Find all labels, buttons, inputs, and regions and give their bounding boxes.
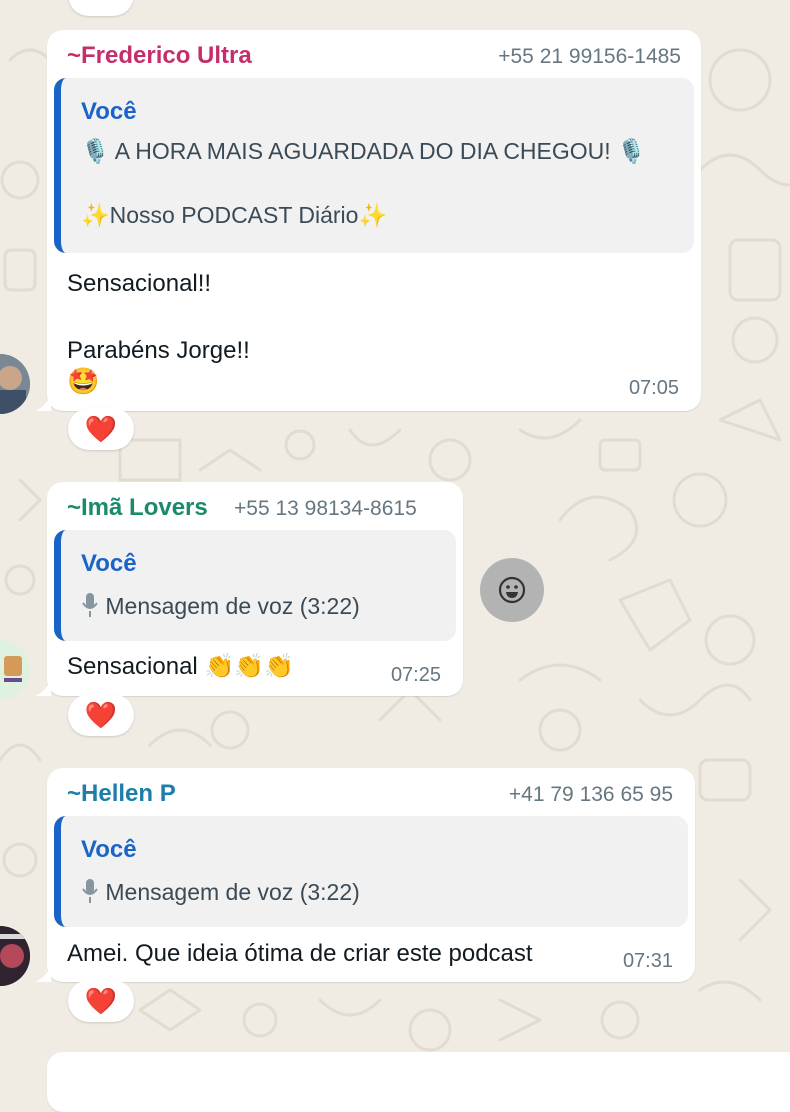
quoted-text-line: Mensagem de voz (3:22) [81,878,360,906]
bubble-tail [35,966,51,982]
sparkles-emoji-icon: ✨ [358,202,388,228]
message-text-line: Sensacional 👏👏👏 [67,652,294,681]
sender-name[interactable]: ~Hellen P [67,780,176,808]
quoted-text: A HORA MAIS AGUARDADA DO DIA CHEGOU! [114,138,611,164]
reaction-badge[interactable]: ❤️ [68,694,134,736]
quoted-author: Você [81,836,137,863]
sender-phone: +55 13 98134-8615 [234,497,417,520]
microphone-icon [82,879,98,903]
react-emoji-button[interactable] [480,558,544,622]
star-struck-emoji-icon: 🤩 [67,366,100,396]
quoted-text-line: Mensagem de voz (3:22) [81,592,360,620]
quoted-message[interactable]: Você 🎙️ A HORA MAIS AGUARDADA DO DIA CHE… [54,78,694,253]
microphone-emoji-icon: 🎙️ [617,138,646,164]
bubble-tail [35,395,51,411]
sender-phone: +41 79 136 65 95 [508,783,673,806]
quoted-author: Você [81,550,137,577]
message-bubble[interactable]: ~Frederico Ultra +55 21 99156-1485 Você … [35,30,701,411]
reaction-badge[interactable]: ❤️ [68,980,134,1022]
heart-icon: ❤️ [84,985,118,1016]
quoted-author: Você [81,98,137,125]
quoted-text: Mensagem de voz (3:22) [105,593,360,619]
sparkles-emoji-icon: ✨ [81,202,110,228]
microphone-emoji-icon: 🎙️ [81,138,110,164]
sender-name[interactable]: ~Imã Lovers [67,494,208,522]
message-time: 07:25 [390,664,441,686]
sender-phone: +55 21 99156-1485 [498,45,681,68]
message-text: Parabéns Jorge!! [67,337,250,364]
smiley-icon [498,576,526,604]
quoted-text-line-2: ✨Nosso PODCAST Diário✨ [81,202,387,229]
heart-icon: ❤️ [84,699,118,730]
quoted-text-line-1: 🎙️ A HORA MAIS AGUARDADA DO DIA CHEGOU! … [81,138,646,165]
message-text: Sensacional [67,653,198,680]
quoted-message[interactable]: Você Mensagem de voz (3:22) [54,816,688,927]
message-text: Amei. Que ideia ótima de criar este podc… [67,940,533,967]
message-time: 07:31 [622,950,673,972]
sender-name[interactable]: ~Frederico Ultra [67,42,252,70]
message-bubble[interactable] [47,1052,790,1112]
quoted-text: Nosso PODCAST Diário [109,202,359,228]
clapping-hands-emoji-icon: 👏👏👏 [204,653,295,680]
quoted-text: Mensagem de voz (3:22) [105,879,360,905]
bubble-tail [35,680,51,696]
message-bubble[interactable]: ~Imã Lovers +55 13 98134-8615 Você Mensa… [35,482,463,696]
message-bubble[interactable]: ~Hellen P +41 79 136 65 95 Você Mensagem… [35,768,695,982]
message-text: Sensacional!! [67,270,212,297]
reaction-badge[interactable]: ❤️ [68,408,134,450]
message-time: 07:05 [628,377,679,399]
quoted-message[interactable]: Você Mensagem de voz (3:22) [54,530,456,641]
microphone-icon [82,593,98,617]
heart-icon: ❤️ [84,413,118,444]
